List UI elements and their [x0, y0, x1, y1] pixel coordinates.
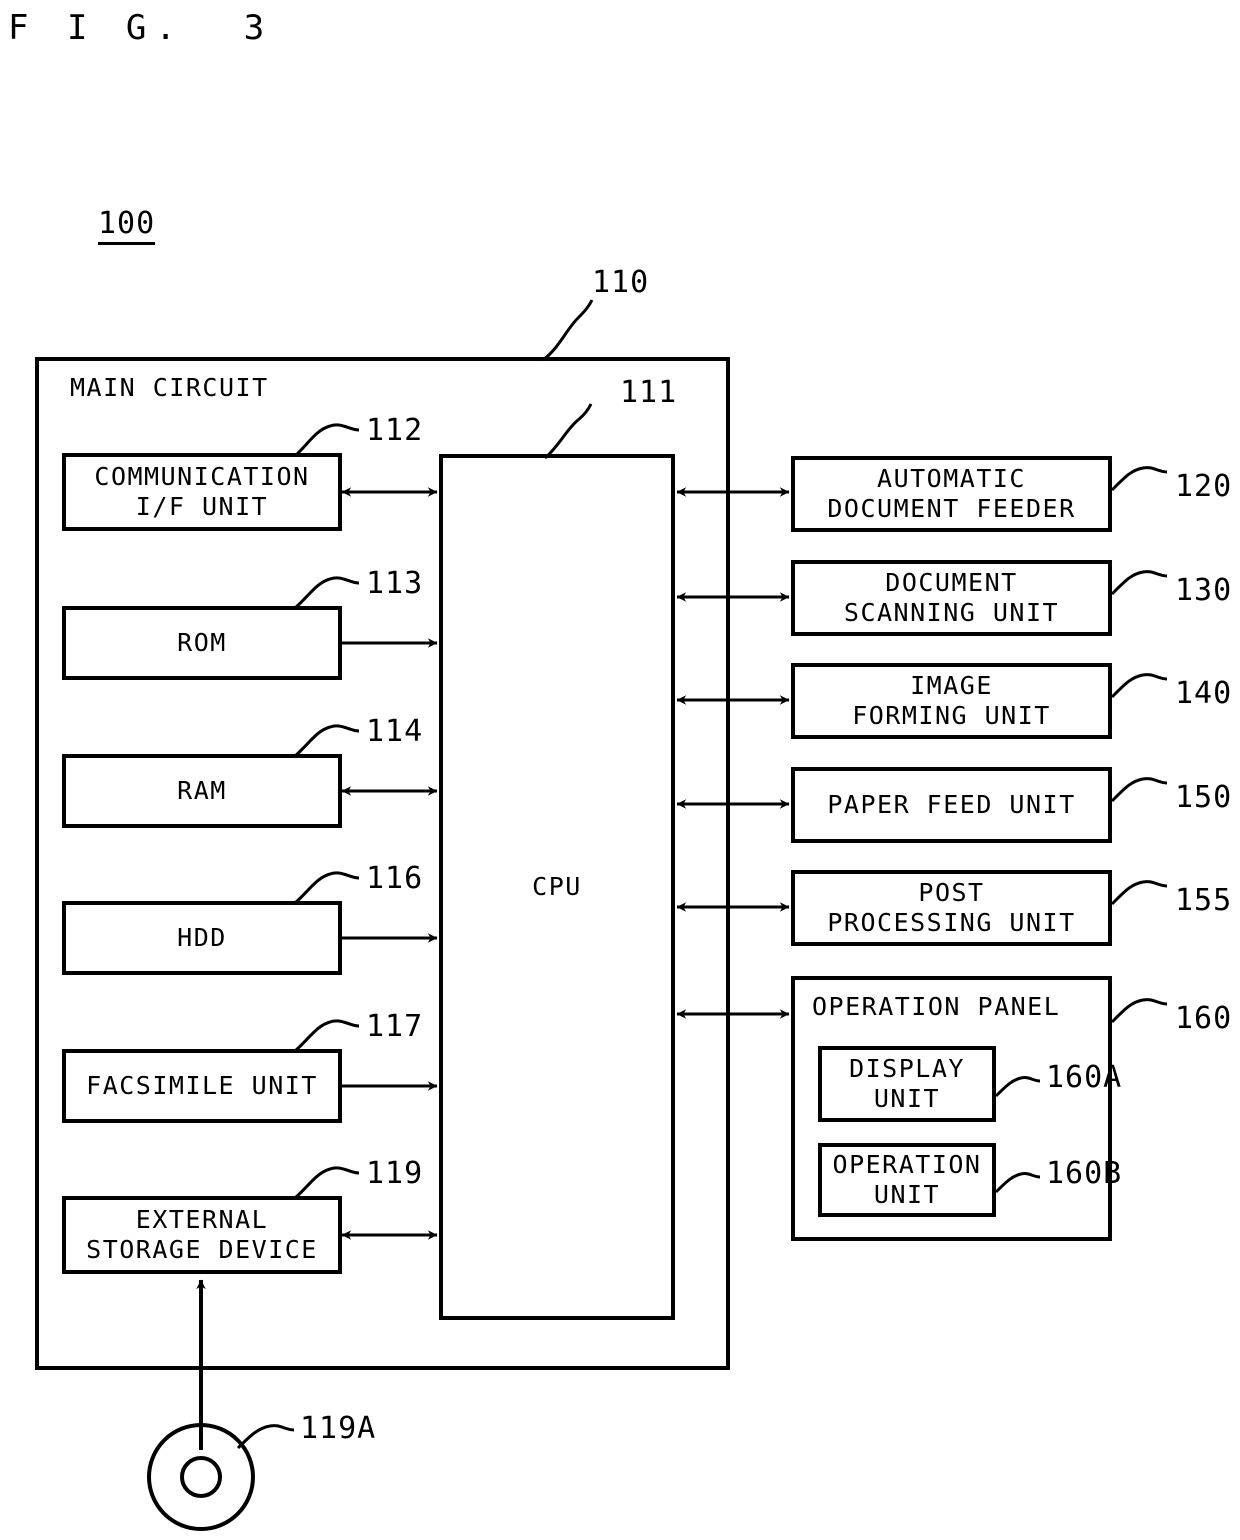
- block-communication-if-unit[interactable]: [64, 455, 340, 529]
- reference-112: 112: [366, 413, 424, 448]
- cpu-block[interactable]: [441, 456, 673, 1318]
- block-automatic-document-feeder[interactable]: [793, 458, 1110, 530]
- block-hdd[interactable]: [64, 903, 340, 973]
- reference-119: 119: [366, 1156, 424, 1191]
- reference-155: 155: [1175, 883, 1233, 918]
- reference-110: 110: [592, 265, 650, 300]
- block-rom[interactable]: [64, 608, 340, 678]
- reference-114: 114: [366, 714, 424, 749]
- reference-119A: 119A: [300, 1411, 377, 1446]
- block-image-forming-unit[interactable]: [793, 665, 1110, 737]
- block-external-storage-device[interactable]: [64, 1198, 340, 1272]
- reference-130: 130: [1175, 573, 1233, 608]
- reference-120: 120: [1175, 469, 1233, 504]
- block-display-unit[interactable]: [820, 1048, 994, 1120]
- reference-117: 117: [366, 1009, 424, 1044]
- reference-160A: 160A: [1046, 1060, 1123, 1095]
- block-operation-unit[interactable]: [820, 1145, 994, 1215]
- reference-160B: 160B: [1046, 1156, 1123, 1191]
- reference-116: 116: [366, 861, 424, 896]
- disc-media-icon[interactable]: [149, 1425, 253, 1529]
- reference-111: 111: [620, 375, 678, 410]
- patent-figure-page: F I G. 3 100 MAIN CIRCUIT 110 CPU 111 CO…: [0, 0, 1240, 1540]
- reference-150: 150: [1175, 780, 1233, 815]
- block-paper-feed-unit[interactable]: [793, 769, 1110, 841]
- block-document-scanning-unit[interactable]: [793, 562, 1110, 634]
- block-ram[interactable]: [64, 756, 340, 826]
- reference-140: 140: [1175, 676, 1233, 711]
- block-post-processing-unit[interactable]: [793, 872, 1110, 944]
- reference-160: 160: [1175, 1001, 1233, 1036]
- reference-113: 113: [366, 566, 424, 601]
- block-facsimile-unit[interactable]: [64, 1051, 340, 1121]
